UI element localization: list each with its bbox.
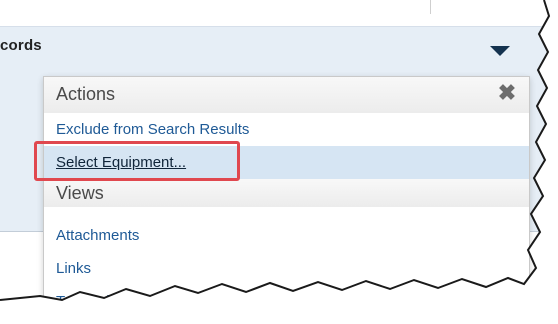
menu-item-attachments[interactable]: Attachments — [44, 219, 529, 252]
menu-item-label: Links — [56, 260, 92, 277]
menu-item-exclude-from-search-results[interactable]: Exclude from Search Results — [44, 113, 529, 146]
screenshot: cords Actions ✖ Exclude from Search Resu… — [0, 0, 558, 324]
menu-item-links[interactable]: Links — [44, 252, 529, 285]
records-header-title: cords — [0, 37, 42, 54]
column-divider — [430, 0, 431, 14]
section-header-actions: Actions ✖ — [44, 77, 529, 113]
page-top-area — [0, 0, 548, 26]
menu-item-label: Tracked Is — [56, 293, 126, 310]
menu-item-label: Exclude from Search Results — [56, 121, 250, 138]
menu-item-tracked-issues[interactable]: Tracked Is — [44, 285, 529, 318]
menu-item-select-equipment[interactable]: Select Equipment... — [44, 146, 529, 179]
close-icon[interactable]: ✖ — [496, 82, 518, 104]
menu-item-label: Select Equipment... — [56, 154, 187, 171]
section-header-views: Views — [44, 179, 529, 207]
actions-dropdown-menu: Actions ✖ Exclude from Search Results Se… — [43, 76, 530, 318]
section-label-actions: Actions — [56, 84, 116, 104]
menu-item-label: Attachments — [56, 227, 140, 244]
section-label-views: Views — [56, 183, 104, 203]
caret-down-icon[interactable] — [490, 46, 510, 56]
